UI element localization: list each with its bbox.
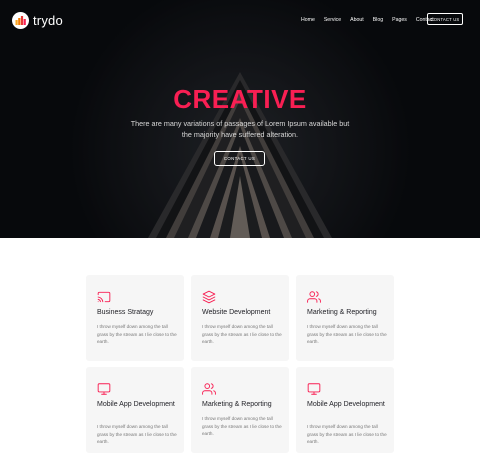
service-title: Marketing & Reporting (307, 309, 377, 316)
service-description: I throw myself down among the tall grass… (202, 324, 282, 345)
service-card[interactable]: Marketing & Reporting I throw myself dow… (191, 367, 289, 453)
nav-item-pages[interactable]: Pages (392, 17, 407, 23)
top-navigation: trydo Home Service About Blog Pages Cont… (0, 0, 480, 40)
users-icon (202, 383, 216, 395)
nav-item-blog[interactable]: Blog (373, 17, 383, 23)
hero-subtitle: There are many variations of passages of… (130, 119, 350, 139)
nav-contact-button[interactable]: CONTACT US (427, 13, 463, 25)
brand-logo[interactable]: trydo (12, 11, 63, 29)
service-card[interactable]: Business Stratagy I throw myself down am… (86, 275, 184, 361)
service-card[interactable]: Mobile App Development I throw myself do… (86, 367, 184, 453)
service-title: Mobile App Development (307, 401, 385, 408)
service-description: I throw myself down among the tall grass… (307, 324, 387, 345)
nav-item-service[interactable]: Service (324, 17, 341, 23)
service-description: I throw myself down among the tall grass… (97, 324, 177, 345)
nav-menu: Home Service About Blog Pages Contact (301, 17, 443, 23)
service-card[interactable]: Marketing & Reporting I throw myself dow… (296, 275, 394, 361)
nav-item-home[interactable]: Home (301, 17, 315, 23)
monitor-icon (307, 383, 321, 395)
nav-item-about[interactable]: About (350, 17, 364, 23)
logo-bars-icon (12, 11, 29, 29)
service-card[interactable]: Mobile App Development I throw myself do… (296, 367, 394, 453)
service-title: Mobile App Development (97, 401, 175, 408)
service-title: Website Development (202, 309, 271, 316)
brand-name: trydo (33, 12, 63, 28)
service-card[interactable]: Website Development I throw myself down … (191, 275, 289, 361)
service-description: I throw myself down among the tall grass… (202, 416, 282, 437)
service-title: Marketing & Reporting (202, 401, 272, 408)
layers-icon (202, 290, 216, 304)
hero-contact-button[interactable]: CONTACT US (214, 151, 265, 166)
service-description: I throw myself down among the tall grass… (97, 424, 177, 445)
hero-title: CREATIVE (173, 84, 307, 114)
hero-section: trydo Home Service About Blog Pages Cont… (0, 0, 480, 238)
monitor-icon (97, 383, 111, 395)
cast-icon (97, 291, 111, 303)
service-title: Business Stratagy (97, 309, 154, 316)
service-description: I throw myself down among the tall grass… (307, 424, 387, 445)
users-icon (307, 291, 321, 303)
